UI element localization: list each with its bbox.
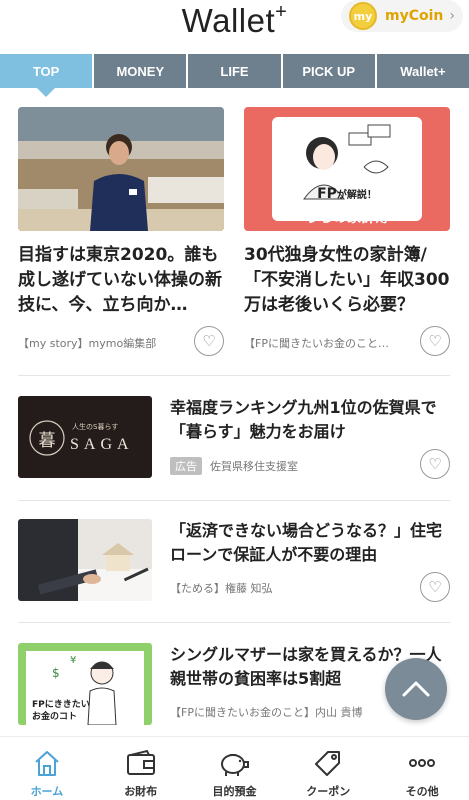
favorite-heart-icon[interactable]: ♡ (420, 326, 450, 356)
nav-more[interactable]: その他 (375, 737, 469, 800)
piggy-bank-icon (217, 747, 251, 779)
wallet-icon (124, 747, 158, 779)
divider (18, 622, 450, 623)
divider (18, 500, 450, 501)
favorite-heart-icon[interactable]: ♡ (420, 572, 450, 602)
chevron-right-icon: › (449, 8, 455, 24)
list-item[interactable]: 「返済できない場合どうなる？」住宅ローンで保証人が不要の理由 【ためる】権藤 知… (0, 519, 469, 629)
tab-pickup[interactable]: PICK UP (282, 54, 377, 88)
illustration-caption: FPが解説！ (317, 186, 377, 202)
nav-label: その他 (405, 785, 439, 798)
article-illustration-fp: $ ¥ FPにききたい お金のコト (18, 643, 152, 725)
more-icon (405, 747, 439, 779)
ad-thumbnail-saga: 暮 人生のS暮らす SAGA (18, 396, 152, 478)
tab-top[interactable]: TOP (0, 54, 95, 97)
chevron-up-icon (402, 681, 430, 697)
illustration-title: うちの家計簿 (305, 210, 389, 226)
article-illustration-budget: FPが解説！ うちの家計簿 (244, 107, 450, 231)
tab-money[interactable]: MONEY (94, 54, 189, 88)
nav-home[interactable]: ホーム (0, 737, 94, 800)
mycoin-button[interactable]: my myCoin › (341, 0, 463, 32)
svg-text:$: $ (52, 666, 60, 680)
bottom-navigation: ホーム お財布 目的預金 クーポン その他 (0, 736, 469, 800)
favorite-heart-icon[interactable]: ♡ (194, 326, 224, 356)
nav-label: ホーム (30, 785, 64, 798)
home-icon (30, 747, 64, 779)
scroll-to-top-button[interactable] (385, 658, 447, 720)
article-source: 【FPに聞きたいお金のこと… (244, 337, 389, 350)
nav-label: お財布 (124, 785, 158, 798)
article-title[interactable]: 目指すは東京2020。誰も成し遂げていない体操の新技に、今、立ち向か… (18, 243, 224, 318)
ad-badge: 広告 (170, 457, 202, 475)
app-header: Wallet+ my myCoin › (0, 0, 469, 52)
tab-walletplus[interactable]: Wallet+ (376, 54, 469, 88)
featured-articles: 目指すは東京2020。誰も成し遂げていない体操の新技に、今、立ち向か… 【my … (0, 107, 469, 375)
article-photo-housing-loan (18, 519, 152, 601)
divider (18, 375, 450, 376)
list-item[interactable]: 暮 人生のS暮らす SAGA 幸福度ランキング九州1位の佐賀県で「暮らす」魅力を… (0, 396, 469, 506)
featured-card[interactable]: 目指すは東京2020。誰も成し遂げていない体操の新技に、今、立ち向か… 【my … (18, 107, 224, 356)
mycoin-label: myCoin (385, 8, 444, 24)
nav-wallet[interactable]: お財布 (94, 737, 188, 800)
nav-savings-goal[interactable]: 目的預金 (188, 737, 282, 800)
nav-label: クーポン (306, 785, 351, 798)
coin-icon: my (349, 2, 377, 30)
category-tabs: TOP MONEY LIFE PICK UP Wallet+ (0, 54, 469, 97)
article-photo-gymnast (18, 107, 224, 231)
article-title[interactable]: 30代独身女性の家計簿/「不安消したい」年収300万は老後いくら必要？ (244, 243, 450, 318)
nav-coupon[interactable]: クーポン (281, 737, 375, 800)
coupon-tag-icon (311, 747, 345, 779)
featured-card[interactable]: FPが解説！ うちの家計簿 30代独身女性の家計簿/「不安消したい」年収300万… (244, 107, 450, 356)
article-source: 【my story】mymo編集部 (18, 337, 157, 350)
nav-label: 目的預金 (212, 785, 257, 798)
article-title[interactable]: 「返済できない場合どうなる？」住宅ローンで保証人が不要の理由 (170, 519, 455, 567)
article-source: 佐賀県移住支援室 (210, 460, 298, 473)
svg-text:¥: ¥ (70, 655, 76, 666)
tab-life[interactable]: LIFE (188, 54, 283, 88)
article-source: 【ためる】権藤 知弘 (170, 582, 273, 595)
article-source: 【FPに聞きたいお金のこと】内山 貴博 (170, 706, 363, 719)
article-title[interactable]: 幸福度ランキング九州1位の佐賀県で「暮らす」魅力をお届け (170, 396, 455, 444)
favorite-heart-icon[interactable]: ♡ (420, 449, 450, 479)
